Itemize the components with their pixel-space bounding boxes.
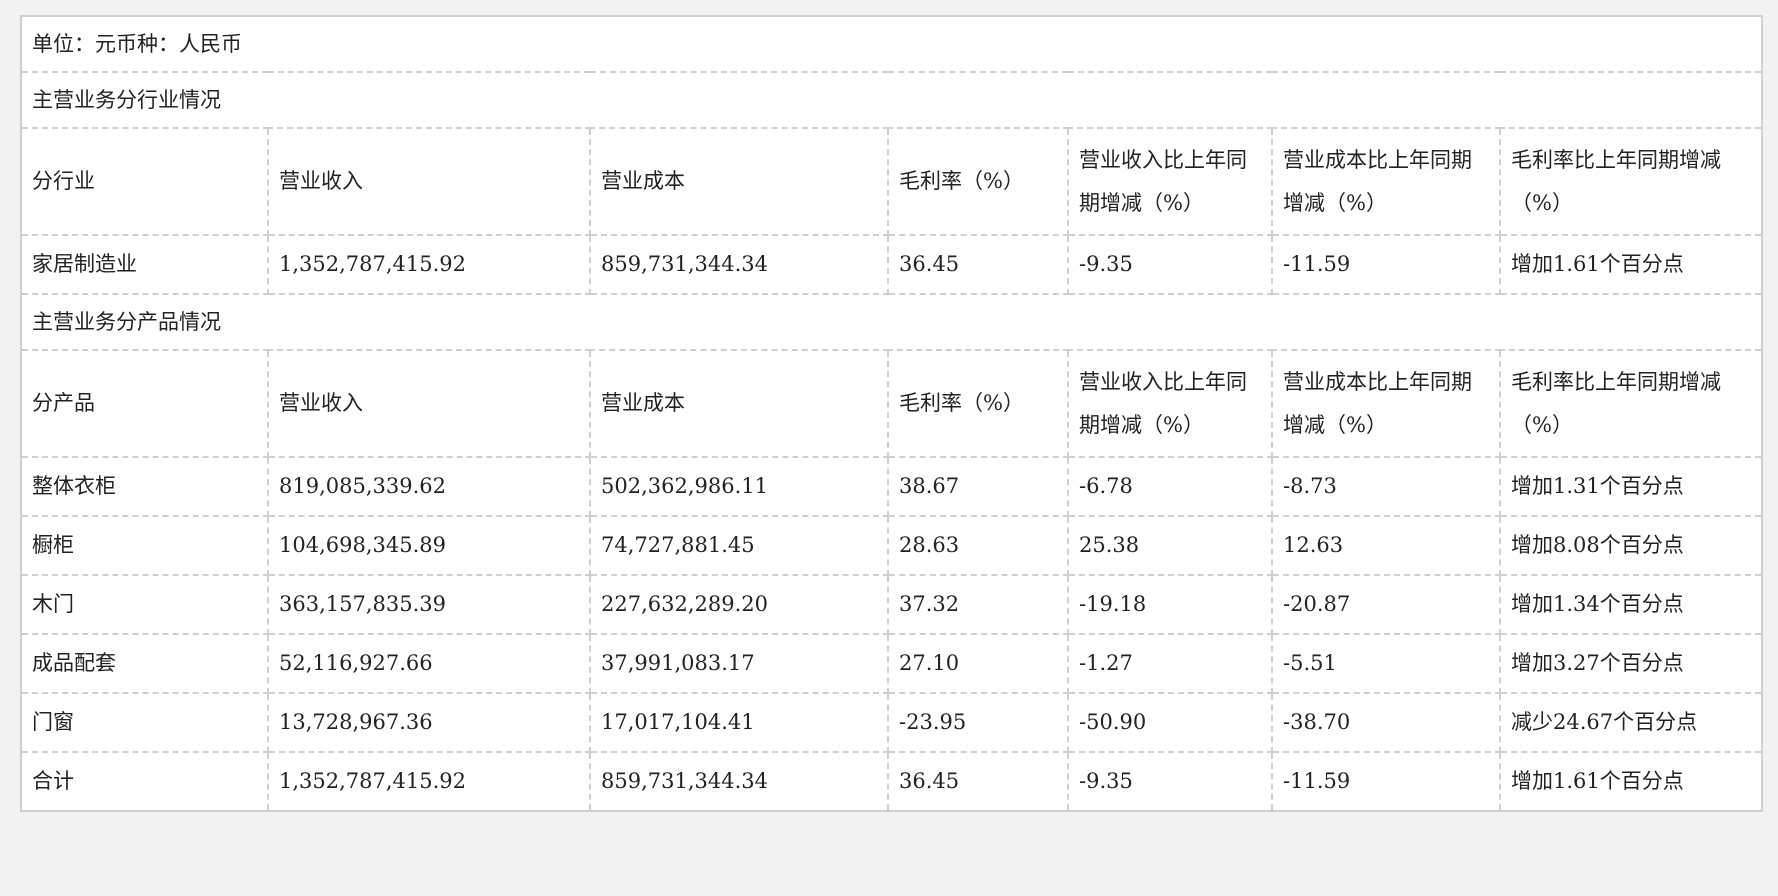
table-cell: 增加1.61个百分点 — [1498, 751, 1762, 810]
table-cell: 859,731,344.34 — [589, 234, 889, 295]
table-cell: 门窗 — [22, 692, 269, 753]
header-cell: 毛利率（%） — [887, 349, 1069, 458]
table-cell: 25.38 — [1067, 515, 1273, 576]
table-row: 整体衣柜 819,085,339.62 502,362,986.11 38.67… — [22, 456, 1762, 517]
table-cell: -8.73 — [1271, 456, 1501, 517]
header-cell: 营业成本 — [589, 349, 889, 458]
table-cell: 17,017,104.41 — [589, 692, 889, 753]
table-cell: 52,116,927.66 — [267, 633, 591, 694]
table-cell: -50.90 — [1067, 692, 1273, 753]
table-cell: 增加1.34个百分点 — [1498, 574, 1762, 635]
table-cell: 橱柜 — [22, 515, 269, 576]
table-cell: 减少24.67个百分点 — [1498, 692, 1762, 753]
industry-section-title: 主营业务分行业情况 — [22, 71, 1762, 129]
header-cell: 营业收入比上年同期增减（%） — [1067, 127, 1273, 236]
table-cell: 增加8.08个百分点 — [1498, 515, 1762, 576]
table-cell: 37.32 — [887, 574, 1069, 635]
table-cell: 增加1.61个百分点 — [1498, 234, 1762, 295]
table-cell: 整体衣柜 — [22, 456, 269, 517]
table-row: 橱柜 104,698,345.89 74,727,881.45 28.63 25… — [22, 515, 1762, 576]
table-cell: -6.78 — [1067, 456, 1273, 517]
table-row: 木门 363,157,835.39 227,632,289.20 37.32 -… — [22, 574, 1762, 635]
table-cell: 木门 — [22, 574, 269, 635]
header-cell: 营业收入 — [267, 349, 591, 458]
table-cell: 28.63 — [887, 515, 1069, 576]
product-header-row: 分产品 营业收入 营业成本 毛利率（%） 营业收入比上年同期增减（%） 营业成本… — [22, 349, 1762, 458]
table-row: 家居制造业 1,352,787,415.92 859,731,344.34 36… — [22, 234, 1762, 295]
unit-line: 单位：元币种：人民币 — [22, 17, 1762, 73]
table-cell: -20.87 — [1271, 574, 1501, 635]
table-cell: 502,362,986.11 — [589, 456, 889, 517]
header-cell: 毛利率比上年同期增减（%） — [1498, 349, 1762, 458]
header-cell: 毛利率（%） — [887, 127, 1069, 236]
table-body: 单位：元币种：人民币 主营业务分行业情况 分行业 营业收入 营业成本 毛利率（%… — [22, 17, 1762, 810]
table-cell: 227,632,289.20 — [589, 574, 889, 635]
table-cell: -19.18 — [1067, 574, 1273, 635]
industry-section-title-row: 主营业务分行业情况 — [22, 71, 1762, 129]
product-section-title: 主营业务分产品情况 — [22, 293, 1762, 351]
table-cell: -1.27 — [1067, 633, 1273, 694]
unit-row: 单位：元币种：人民币 — [22, 17, 1762, 73]
table-cell: 38.67 — [887, 456, 1069, 517]
table-cell: -23.95 — [887, 692, 1069, 753]
table-cell: 859,731,344.34 — [589, 751, 889, 810]
table-cell: 增加1.31个百分点 — [1498, 456, 1762, 517]
header-cell: 毛利率比上年同期增减（%） — [1498, 127, 1762, 236]
table-cell: 增加3.27个百分点 — [1498, 633, 1762, 694]
table-cell: 13,728,967.36 — [267, 692, 591, 753]
table-cell: 104,698,345.89 — [267, 515, 591, 576]
main-business-table: 单位：元币种：人民币 主营业务分行业情况 分行业 营业收入 营业成本 毛利率（%… — [22, 17, 1762, 810]
table-cell: 1,352,787,415.92 — [267, 751, 591, 810]
table-row: 门窗 13,728,967.36 17,017,104.41 -23.95 -5… — [22, 692, 1762, 753]
table-cell: 819,085,339.62 — [267, 456, 591, 517]
table-cell: 36.45 — [887, 751, 1069, 810]
header-cell: 营业成本比上年同期增减（%） — [1271, 127, 1501, 236]
table-cell: 12.63 — [1271, 515, 1501, 576]
table-cell: -11.59 — [1271, 751, 1501, 810]
table-cell: -9.35 — [1067, 234, 1273, 295]
table-cell: -11.59 — [1271, 234, 1501, 295]
table-cell: 74,727,881.45 — [589, 515, 889, 576]
header-cell: 营业收入比上年同期增减（%） — [1067, 349, 1273, 458]
revenue-table-sheet: 单位：元币种：人民币 主营业务分行业情况 分行业 营业收入 营业成本 毛利率（%… — [20, 15, 1763, 812]
table-cell: -38.70 — [1271, 692, 1501, 753]
header-cell: 分产品 — [22, 349, 269, 458]
table-row-total: 合计 1,352,787,415.92 859,731,344.34 36.45… — [22, 751, 1762, 810]
header-cell: 营业成本 — [589, 127, 889, 236]
header-cell: 分行业 — [22, 127, 269, 236]
table-row: 成品配套 52,116,927.66 37,991,083.17 27.10 -… — [22, 633, 1762, 694]
table-cell: 合计 — [22, 751, 269, 810]
table-cell: -9.35 — [1067, 751, 1273, 810]
product-section-title-row: 主营业务分产品情况 — [22, 293, 1762, 351]
table-cell: 成品配套 — [22, 633, 269, 694]
industry-header-row: 分行业 营业收入 营业成本 毛利率（%） 营业收入比上年同期增减（%） 营业成本… — [22, 127, 1762, 236]
table-cell: 家居制造业 — [22, 234, 269, 295]
table-cell: 363,157,835.39 — [267, 574, 591, 635]
table-cell: 27.10 — [887, 633, 1069, 694]
table-cell: 36.45 — [887, 234, 1069, 295]
header-cell: 营业收入 — [267, 127, 591, 236]
table-cell: 1,352,787,415.92 — [267, 234, 591, 295]
table-cell: -5.51 — [1271, 633, 1501, 694]
table-cell: 37,991,083.17 — [589, 633, 889, 694]
header-cell: 营业成本比上年同期增减（%） — [1271, 349, 1501, 458]
